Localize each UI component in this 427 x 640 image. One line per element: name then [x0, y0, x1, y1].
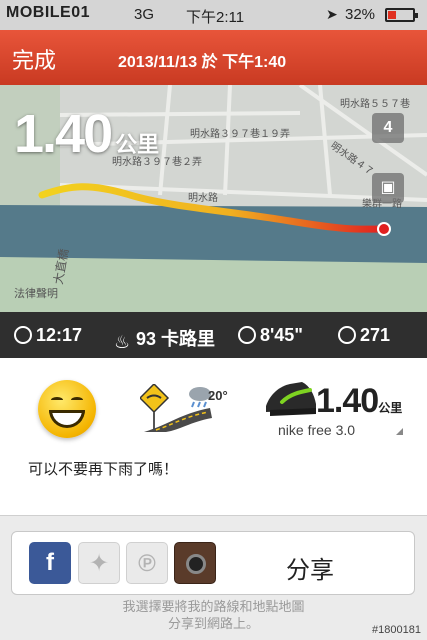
shoe-distance-unit: 公里	[378, 401, 403, 415]
temperature-label: 20°	[208, 388, 228, 403]
pace-gauge-icon	[238, 326, 256, 344]
duration-stat: 12:17	[14, 325, 82, 346]
duration-value: 12:17	[36, 325, 83, 345]
distance-unit: 公里	[115, 132, 160, 157]
status-time: 下午2:11	[186, 9, 245, 26]
shoe-distance: 1.40公里	[316, 382, 402, 421]
calories-value: 93 卡路里	[136, 329, 216, 349]
battery-icon	[385, 8, 418, 22]
share-footnote-line1: 我選擇要將我的路線和地點地圖	[122, 599, 305, 614]
status-bar: MOBILE01 3G 下午2:11 ➤ 32%	[0, 0, 427, 30]
shoe-icon[interactable]	[262, 376, 318, 420]
share-footnote-line2: 分享到網路上。	[167, 616, 259, 631]
map-label-3: 明水路	[188, 191, 218, 204]
done-button[interactable]: 完成	[12, 43, 56, 75]
share-button[interactable]: 分享	[286, 550, 334, 585]
pace-stat: 8'45"	[238, 325, 303, 346]
mood-smile-icon[interactable]	[38, 380, 96, 438]
location-arrow-icon: ➤	[326, 6, 338, 22]
route-end-marker	[377, 222, 391, 236]
carrier-logo: MOBILE01	[6, 4, 91, 21]
nikefuel-icon	[338, 326, 356, 344]
share-footnote: 我選擇要將我的路線和地點地圖 分享到網路上。	[0, 598, 427, 632]
shoe-select-arrow-icon[interactable]	[396, 428, 403, 435]
route-map[interactable]: 明水路５５７巷 明水路３９７巷１９弄 明水路３９７巷２弄 明水路 明水路４７ 樂…	[0, 85, 427, 312]
pace-value: 8'45"	[260, 325, 303, 345]
shoe-distance-value: 1.40	[316, 382, 379, 420]
nav-header: 完成 2013/11/13 於 下午1:40	[0, 30, 427, 85]
share-panel[interactable]: f ✦ ℗ 分享	[11, 531, 415, 595]
legal-link[interactable]: 法律聲明	[14, 285, 58, 301]
distance-value: 1.40	[14, 104, 113, 164]
pinterest-icon[interactable]: ℗	[126, 542, 168, 584]
map-label-1: 明水路３９７巷１９弄	[190, 127, 290, 140]
shoe-name[interactable]: nike free 3.0	[278, 422, 355, 438]
facebook-icon[interactable]: f	[29, 542, 71, 584]
network-indicator: 3G	[134, 6, 155, 23]
battery-percent: 32%	[345, 6, 376, 23]
fuel-stat: 271	[338, 325, 390, 346]
map-distance: 1.40 公里	[14, 103, 159, 165]
fuel-value: 271	[360, 325, 391, 345]
calories-stat: ♨ 93 卡路里	[114, 325, 216, 352]
flame-icon: ♨	[114, 332, 131, 352]
twitter-icon[interactable]: ✦	[78, 542, 120, 584]
page-title: 2013/11/13 於 下午1:40	[118, 54, 287, 71]
stats-bar: 12:17 ♨ 93 卡路里 8'45" 271	[0, 312, 427, 358]
instagram-icon[interactable]	[174, 542, 216, 584]
stopwatch-icon	[14, 326, 32, 344]
photo-icon[interactable]: ▣	[372, 173, 404, 203]
map-label-0: 明水路５５７巷	[340, 97, 410, 110]
watermark: #1800181	[372, 624, 421, 636]
map-layer-button[interactable]: 4	[372, 113, 404, 143]
run-detail-card: 20° 1.40公里 nike free 3.0 可以不要再下雨了嗎！	[0, 358, 427, 516]
run-note[interactable]: 可以不要再下雨了嗎！	[28, 458, 178, 479]
